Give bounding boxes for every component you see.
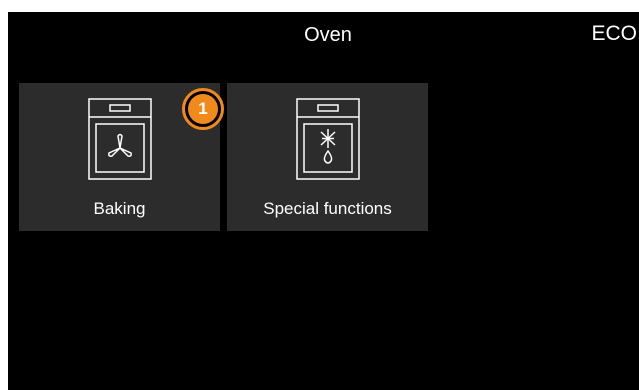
oven-fan-icon: [87, 98, 152, 180]
step-badge-number: 1: [188, 94, 218, 124]
oven-special-functions-icon: [295, 98, 360, 180]
oven-display: Oven ECO Baking 1 Special functions: [8, 12, 639, 390]
tile-special-functions[interactable]: Special functions: [227, 83, 428, 231]
eco-mode-indicator[interactable]: ECO: [591, 22, 637, 46]
tile-special-functions-label: Special functions: [263, 199, 392, 218]
tile-baking[interactable]: Baking 1: [19, 83, 224, 231]
page-title: Oven: [304, 24, 352, 46]
tile-baking-label: Baking: [93, 199, 146, 218]
step-badge: 1: [182, 88, 224, 130]
